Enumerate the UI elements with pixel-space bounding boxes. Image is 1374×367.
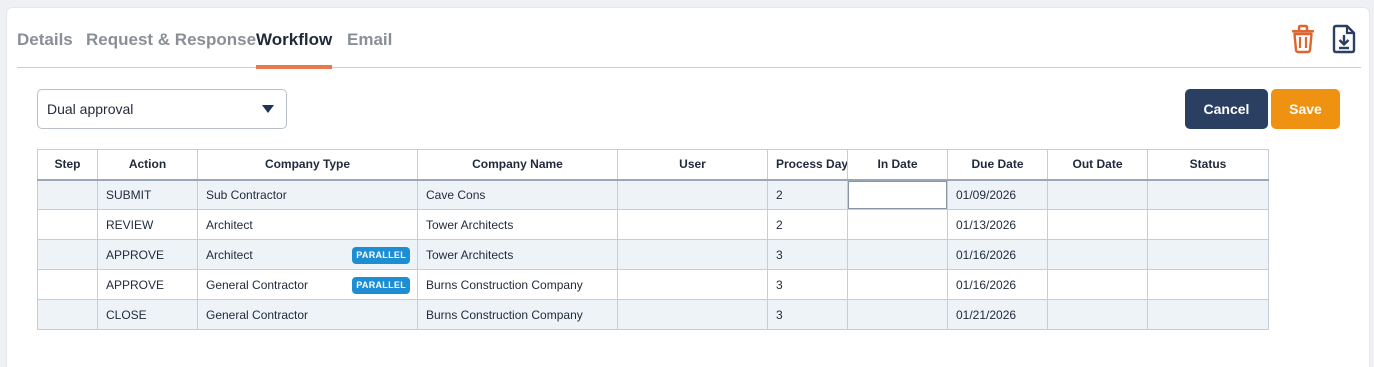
due-date-cell[interactable]: 01/16/2026 xyxy=(947,239,1048,270)
workflow-select-value: Dual approval xyxy=(47,101,134,117)
user-cell[interactable] xyxy=(617,209,768,240)
company-type-label: Architect xyxy=(206,247,253,262)
company-type-cell[interactable]: Sub Contractor xyxy=(197,179,418,210)
column-header-step[interactable]: Step xyxy=(37,149,98,180)
save-button[interactable]: Save xyxy=(1271,89,1340,129)
column-header-user[interactable]: User xyxy=(617,149,768,180)
action-cell[interactable]: CLOSE xyxy=(97,299,198,330)
process-days-cell[interactable]: 2 xyxy=(767,209,848,240)
company-type-cell[interactable]: General Contractor PARALLEL xyxy=(197,269,418,300)
process-days-cell[interactable]: 3 xyxy=(767,269,848,300)
workflow-table: Step Action Company Type Company Name Us… xyxy=(37,149,1269,330)
table-row[interactable]: SUBMIT Sub Contractor Cave Cons 2 01/09/… xyxy=(37,179,1269,210)
action-cell[interactable]: REVIEW xyxy=(97,209,198,240)
step-cell[interactable] xyxy=(37,299,98,330)
caret-down-icon xyxy=(262,105,274,113)
column-header-company-name[interactable]: Company Name xyxy=(417,149,618,180)
table-row[interactable]: CLOSE General Contractor Burns Construct… xyxy=(37,299,1269,330)
status-cell[interactable] xyxy=(1147,179,1269,210)
company-type-label: Sub Contractor xyxy=(206,187,287,202)
step-cell[interactable] xyxy=(37,209,98,240)
company-type-cell[interactable]: Architect PARALLEL xyxy=(197,239,418,270)
tab-bar: Details Request & Response Workflow Emai… xyxy=(17,8,1361,69)
tab-email[interactable]: Email xyxy=(347,30,392,68)
table-row[interactable]: APPROVE General Contractor PARALLEL Burns… xyxy=(37,269,1269,300)
step-cell[interactable] xyxy=(37,269,98,300)
company-name-cell[interactable]: Burns Construction Company xyxy=(417,299,618,330)
company-type-label: General Contractor xyxy=(206,277,309,292)
in-date-cell[interactable] xyxy=(847,239,948,270)
parallel-badge: PARALLEL xyxy=(352,277,410,294)
table-row[interactable]: APPROVE Architect PARALLEL Tower Architec… xyxy=(37,239,1269,270)
user-cell[interactable] xyxy=(617,179,768,210)
table-row[interactable]: REVIEW Architect Tower Architects 2 01/1… xyxy=(37,209,1269,240)
status-cell[interactable] xyxy=(1147,269,1269,300)
company-name-cell[interactable]: Burns Construction Company xyxy=(417,269,618,300)
column-header-action[interactable]: Action xyxy=(97,149,198,180)
in-date-cell[interactable] xyxy=(847,299,948,330)
step-cell[interactable] xyxy=(37,239,98,270)
step-cell[interactable] xyxy=(37,179,98,210)
company-type-cell[interactable]: General Contractor xyxy=(197,299,418,330)
due-date-cell[interactable]: 01/09/2026 xyxy=(947,179,1048,210)
process-days-cell[interactable]: 3 xyxy=(767,299,848,330)
out-date-cell[interactable] xyxy=(1047,179,1148,210)
company-type-label: General Contractor xyxy=(206,307,309,322)
process-days-cell[interactable]: 2 xyxy=(767,179,848,210)
user-cell[interactable] xyxy=(617,269,768,300)
in-date-cell[interactable] xyxy=(847,269,948,300)
out-date-cell[interactable] xyxy=(1047,299,1148,330)
workflow-panel: Details Request & Response Workflow Emai… xyxy=(6,7,1370,367)
out-date-cell[interactable] xyxy=(1047,209,1148,240)
tab-details[interactable]: Details xyxy=(17,30,73,68)
out-date-cell[interactable] xyxy=(1047,269,1148,300)
column-header-status[interactable]: Status xyxy=(1147,149,1269,180)
due-date-cell[interactable]: 01/13/2026 xyxy=(947,209,1048,240)
column-header-process-days[interactable]: Process Days xyxy=(767,149,848,180)
action-cell[interactable]: SUBMIT xyxy=(97,179,198,210)
action-cell[interactable]: APPROVE xyxy=(97,239,198,270)
cancel-button[interactable]: Cancel xyxy=(1185,89,1268,129)
company-name-cell[interactable]: Tower Architects xyxy=(417,239,618,270)
due-date-cell[interactable]: 01/21/2026 xyxy=(947,299,1048,330)
company-type-cell[interactable]: Architect xyxy=(197,209,418,240)
user-cell[interactable] xyxy=(617,239,768,270)
column-header-due-date[interactable]: Due Date xyxy=(947,149,1048,180)
status-cell[interactable] xyxy=(1147,209,1269,240)
file-download-icon[interactable] xyxy=(1330,24,1358,54)
column-header-out-date[interactable]: Out Date xyxy=(1047,149,1148,180)
tab-workflow[interactable]: Workflow xyxy=(256,30,333,69)
status-cell[interactable] xyxy=(1147,239,1269,270)
column-header-company-type[interactable]: Company Type xyxy=(197,149,418,180)
due-date-cell[interactable]: 01/16/2026 xyxy=(947,269,1048,300)
parallel-badge: PARALLEL xyxy=(352,247,410,264)
table-header-row: Step Action Company Type Company Name Us… xyxy=(37,149,1269,180)
status-cell[interactable] xyxy=(1147,299,1269,330)
in-date-cell[interactable] xyxy=(847,179,948,210)
company-type-label: Architect xyxy=(206,217,253,232)
user-cell[interactable] xyxy=(617,299,768,330)
workflow-template-select[interactable]: Dual approval xyxy=(37,89,287,129)
in-date-cell[interactable] xyxy=(847,209,948,240)
out-date-cell[interactable] xyxy=(1047,239,1148,270)
column-header-in-date[interactable]: In Date xyxy=(847,149,948,180)
process-days-cell[interactable]: 3 xyxy=(767,239,848,270)
action-cell[interactable]: APPROVE xyxy=(97,269,198,300)
company-name-cell[interactable]: Cave Cons xyxy=(417,179,618,210)
company-name-cell[interactable]: Tower Architects xyxy=(417,209,618,240)
tab-request-response[interactable]: Request & Response xyxy=(86,30,256,68)
trash-icon[interactable] xyxy=(1289,24,1317,54)
